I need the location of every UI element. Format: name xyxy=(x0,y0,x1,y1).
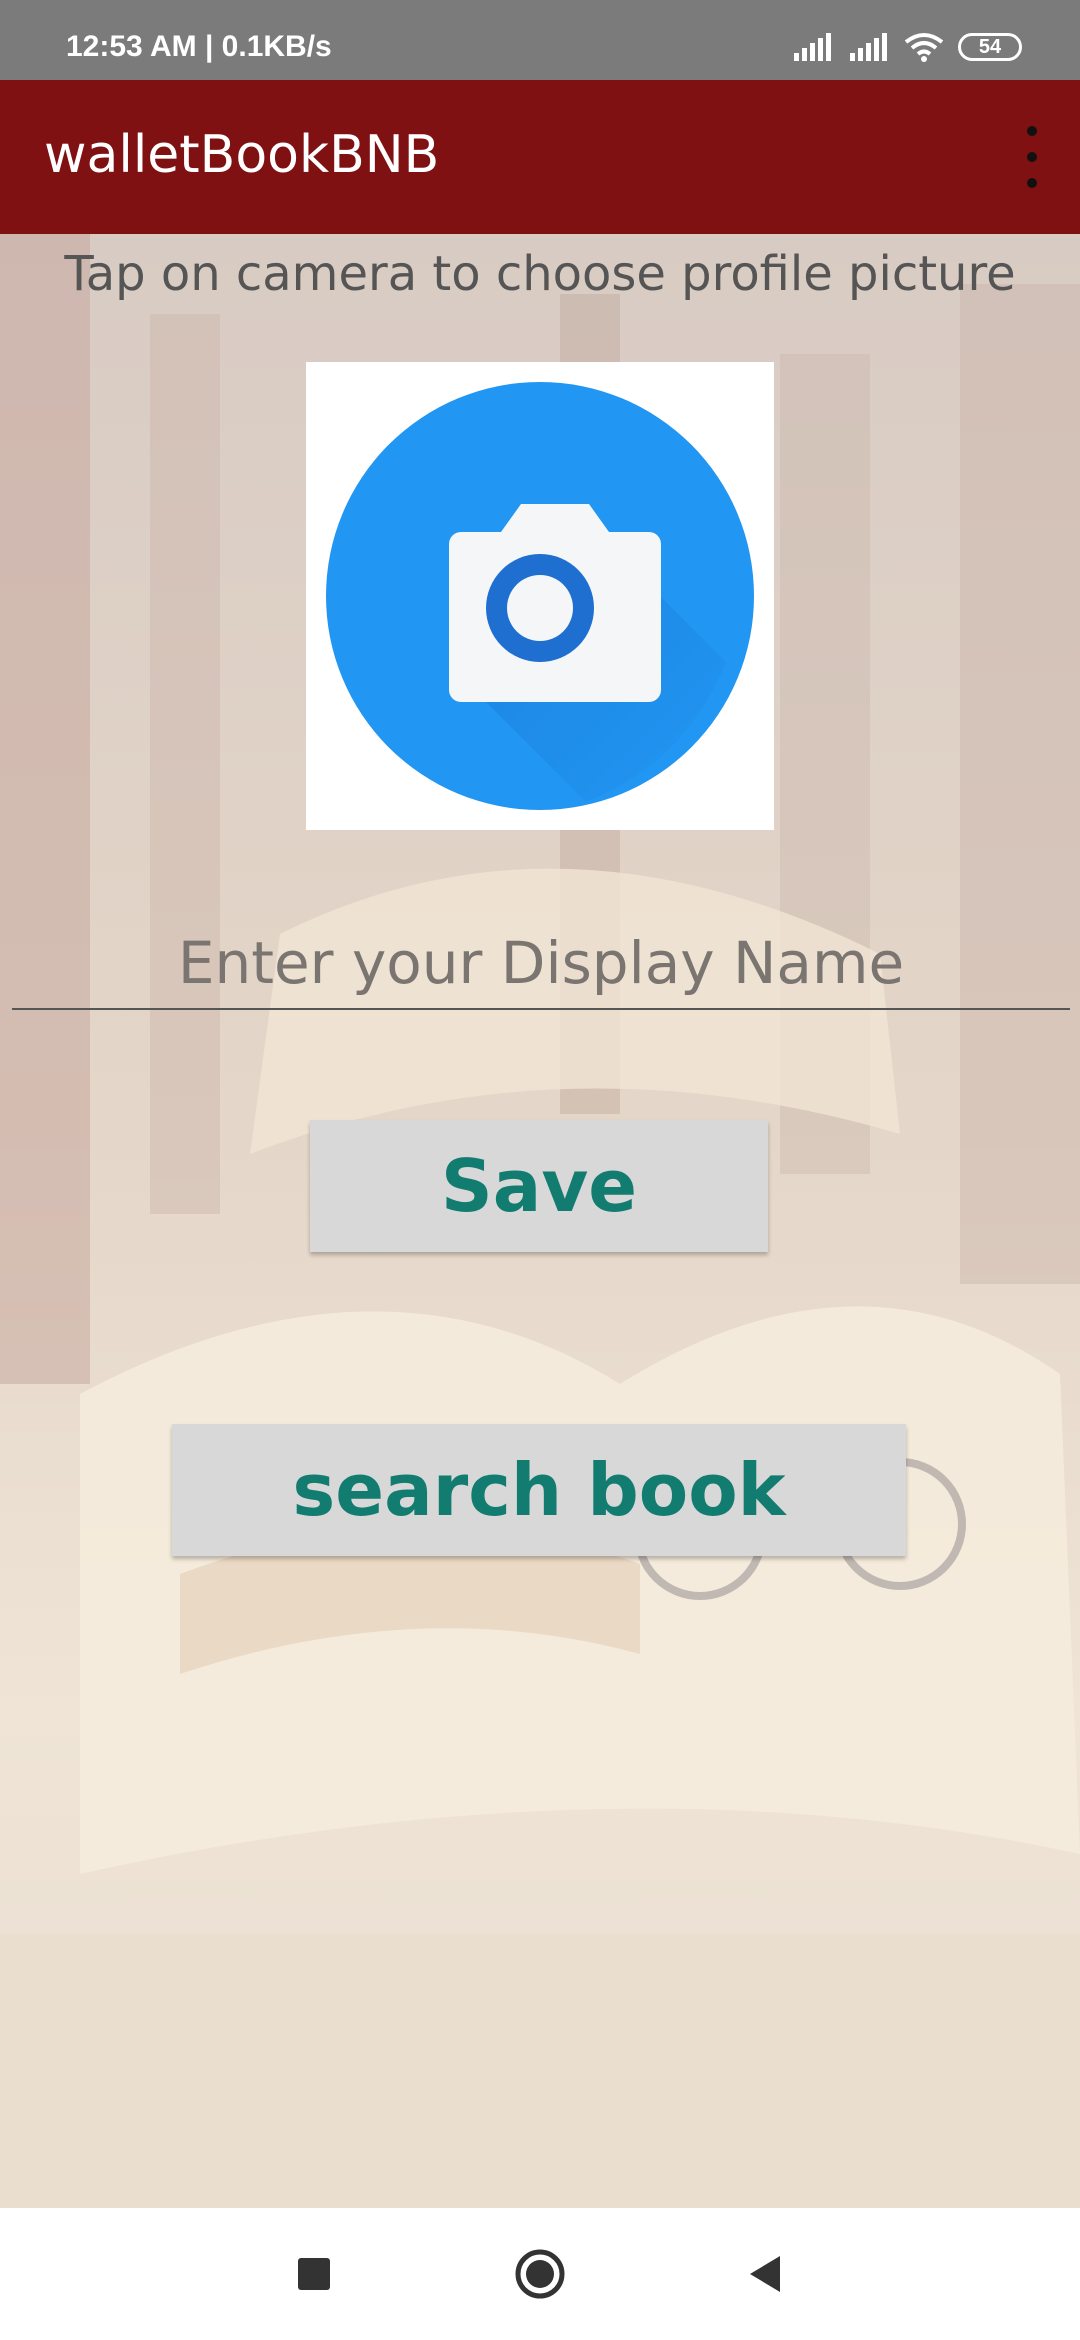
save-button[interactable]: Save xyxy=(310,1120,768,1252)
app-title: walletBookBNB xyxy=(44,125,440,185)
profile-picture-hint: Tap on camera to choose profile picture xyxy=(64,246,1016,302)
signal-icon xyxy=(794,33,831,61)
navigation-bar xyxy=(0,2208,1080,2340)
battery-level: 54 xyxy=(978,35,1002,58)
display-name-input[interactable] xyxy=(12,918,1070,1010)
camera-icon xyxy=(326,382,754,810)
overflow-menu-icon[interactable] xyxy=(1012,122,1052,192)
wifi-icon xyxy=(904,33,944,62)
search-book-button[interactable]: search book xyxy=(172,1424,906,1556)
battery-icon: 54 xyxy=(958,33,1022,61)
signal-icon xyxy=(850,33,887,61)
profile-photo-picker[interactable] xyxy=(306,362,774,830)
recent-apps-icon[interactable] xyxy=(284,2244,344,2304)
status-icons: 54 xyxy=(792,30,1022,64)
app-bar: walletBookBNB xyxy=(0,80,1080,234)
home-icon[interactable] xyxy=(510,2244,570,2304)
back-icon[interactable] xyxy=(734,2244,794,2304)
status-bar: 12:53 AM | 0.1KB/s 54 xyxy=(0,0,1080,80)
status-time: 12:53 AM | 0.1KB/s xyxy=(66,30,332,63)
